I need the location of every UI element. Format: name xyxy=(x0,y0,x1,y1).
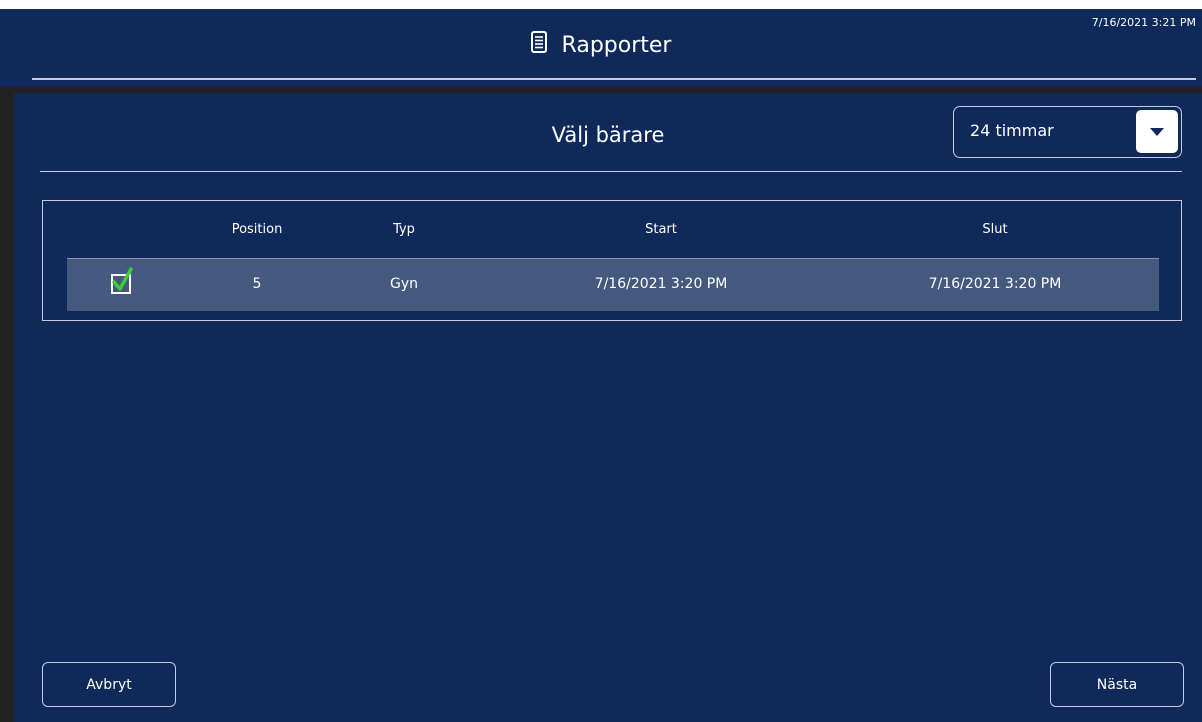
document-icon xyxy=(530,31,547,59)
table-row[interactable]: 5 Gyn 7/16/2021 3:20 PM 7/16/2021 3:20 P… xyxy=(67,258,1159,311)
page-title: Rapporter xyxy=(561,32,672,58)
cell-start: 7/16/2021 3:20 PM xyxy=(594,276,728,292)
cancel-button[interactable]: Avbryt xyxy=(42,662,176,707)
header-title-group: Rapporter xyxy=(0,31,1202,59)
checkmark-icon xyxy=(112,267,133,291)
dropdown-toggle-button[interactable] xyxy=(1136,110,1178,153)
next-button[interactable]: Nästa xyxy=(1050,662,1184,707)
cell-position: 5 xyxy=(252,276,262,292)
caret-down-icon xyxy=(1150,127,1164,136)
clock-timestamp: 7/16/2021 3:21 PM xyxy=(1091,16,1196,29)
column-header-position: Position xyxy=(231,222,283,237)
column-header-type: Typ xyxy=(393,222,415,237)
time-range-dropdown[interactable]: 24 timmar xyxy=(953,106,1182,158)
header-bar: Rapporter 7/16/2021 3:21 PM xyxy=(0,9,1202,87)
carrier-table: Position Typ Start Slut 5 Gyn 7/16/2021 … xyxy=(42,200,1182,321)
main-panel: Välj bärare 24 timmar Position Typ Start… xyxy=(14,93,1202,722)
panel-divider xyxy=(40,171,1182,172)
app-window: Rapporter 7/16/2021 3:21 PM Välj bärare … xyxy=(0,0,1202,722)
cell-end: 7/16/2021 3:20 PM xyxy=(928,276,1062,292)
column-header-start: Start xyxy=(645,222,677,237)
column-header-end: Slut xyxy=(982,222,1008,237)
cell-type: Gyn xyxy=(389,276,419,292)
dropdown-selected-value: 24 timmar xyxy=(970,121,1054,140)
header-divider xyxy=(32,78,1196,80)
